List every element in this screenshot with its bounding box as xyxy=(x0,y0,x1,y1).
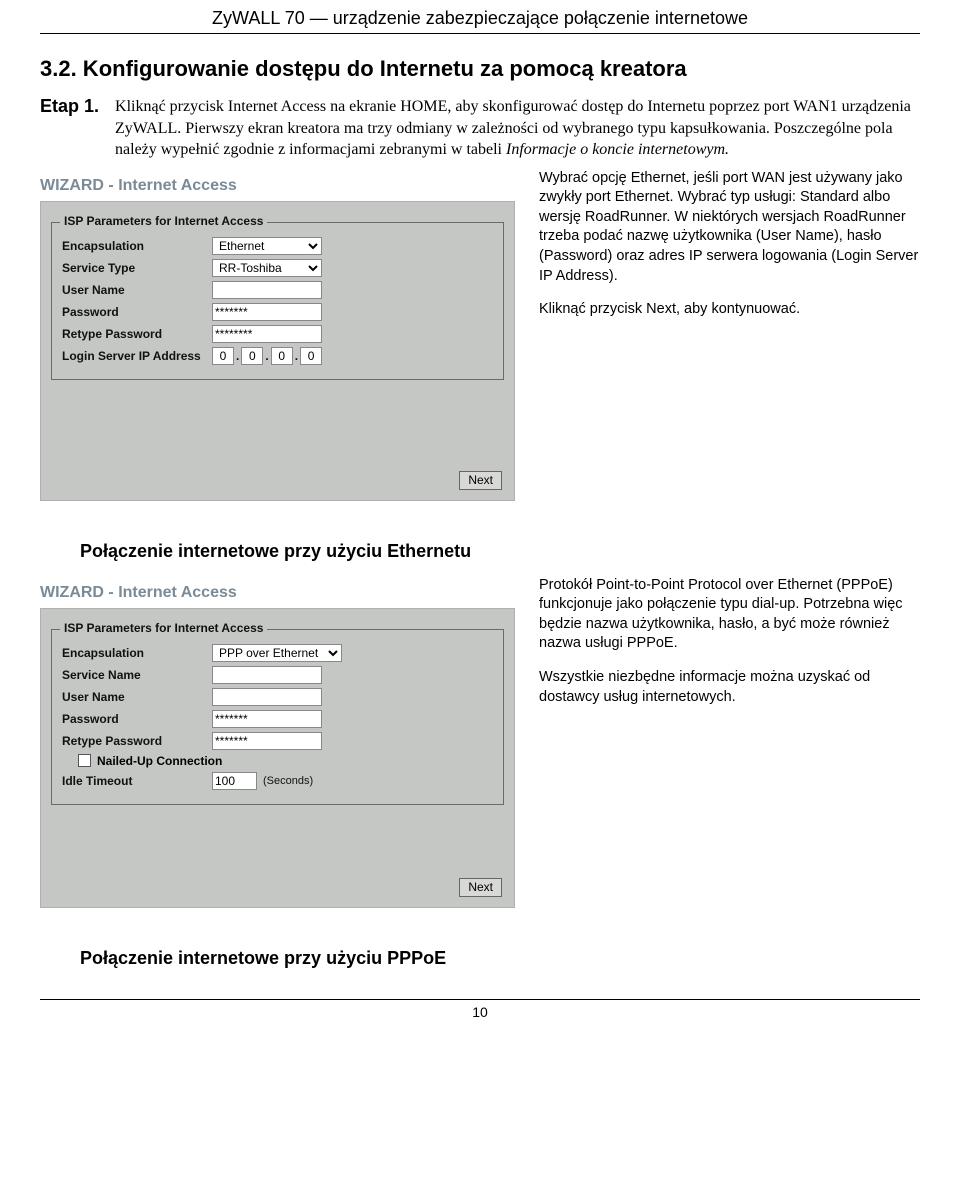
section-heading: 3.2. Konfigurowanie dostępu do Internetu… xyxy=(40,56,920,82)
description-pppoe: Protokół Point-to-Point Protocol over Et… xyxy=(539,576,920,908)
label-service-type: Service Type xyxy=(62,261,212,275)
next-button[interactable]: Next xyxy=(459,471,502,490)
fieldset-legend: ISP Parameters for Internet Access xyxy=(60,621,267,635)
password-input[interactable] xyxy=(212,710,322,728)
label-idle-timeout: Idle Timeout xyxy=(62,774,212,788)
encapsulation-select[interactable]: PPP over Ethernet xyxy=(212,644,342,662)
desc-paragraph-2: Wszystkie niezbędne informacje można uzy… xyxy=(539,668,920,707)
desc-paragraph-1: Protokół Point-to-Point Protocol over Et… xyxy=(539,576,920,654)
ip-seg-3[interactable] xyxy=(271,347,293,365)
ip-dot: . xyxy=(265,349,268,363)
user-name-input[interactable] xyxy=(212,688,322,706)
password-input[interactable] xyxy=(212,303,322,321)
desc-paragraph-2: Kliknąć przycisk Next, aby kontynuować. xyxy=(539,300,920,320)
user-name-input[interactable] xyxy=(212,281,322,299)
label-login-ip: Login Server IP Address xyxy=(62,349,212,363)
sub-heading-pppoe: Połączenie internetowe przy użyciu PPPoE xyxy=(80,948,920,969)
desc-paragraph-1: Wybrać opcję Ethernet, jeśli port WAN je… xyxy=(539,169,920,286)
page-number: 10 xyxy=(40,1004,920,1020)
ip-seg-1[interactable] xyxy=(212,347,234,365)
label-password: Password xyxy=(62,712,212,726)
idle-unit: (Seconds) xyxy=(263,775,313,787)
encapsulation-select[interactable]: Ethernet xyxy=(212,237,322,255)
ip-dot: . xyxy=(236,349,239,363)
footer-rule xyxy=(40,999,920,1000)
label-user-name: User Name xyxy=(62,283,212,297)
wizard-title: WIZARD - Internet Access xyxy=(40,177,515,195)
label-encapsulation: Encapsulation xyxy=(62,239,212,253)
page-header-title: ZyWALL 70 — urządzenie zabezpieczające p… xyxy=(40,0,920,33)
idle-timeout-input[interactable] xyxy=(212,772,257,790)
ip-seg-2[interactable] xyxy=(241,347,263,365)
header-rule xyxy=(40,33,920,34)
next-button[interactable]: Next xyxy=(459,878,502,897)
service-type-select[interactable]: RR-Toshiba xyxy=(212,259,322,277)
service-name-input[interactable] xyxy=(212,666,322,684)
wizard-panel-pppoe: WIZARD - Internet Access ISP Parameters … xyxy=(40,576,515,908)
sub-heading-ethernet: Połączenie internetowe przy użyciu Ether… xyxy=(80,541,920,562)
nailed-up-checkbox[interactable] xyxy=(78,754,91,767)
intro-block: Etap 1. Kliknąć przycisk Internet Access… xyxy=(40,96,920,161)
label-password: Password xyxy=(62,305,212,319)
ip-dot: . xyxy=(295,349,298,363)
fieldset-legend: ISP Parameters for Internet Access xyxy=(60,214,267,228)
label-user-name: User Name xyxy=(62,690,212,704)
label-nailed-up: Nailed-Up Connection xyxy=(97,754,222,768)
wizard-title: WIZARD - Internet Access xyxy=(40,584,515,602)
label-retype-password: Retype Password xyxy=(62,327,212,341)
intro-text: Kliknąć przycisk Internet Access na ekra… xyxy=(115,96,920,161)
retype-password-input[interactable] xyxy=(212,325,322,343)
step-label: Etap 1. xyxy=(40,96,99,161)
ip-seg-4[interactable] xyxy=(300,347,322,365)
login-ip-group: . . . xyxy=(212,347,322,365)
retype-password-input[interactable] xyxy=(212,732,322,750)
label-retype-password: Retype Password xyxy=(62,734,212,748)
intro-text-italic: Informacje o koncie internetowym. xyxy=(506,141,729,158)
label-service-name: Service Name xyxy=(62,668,212,682)
label-encapsulation: Encapsulation xyxy=(62,646,212,660)
description-ethernet: Wybrać opcję Ethernet, jeśli port WAN je… xyxy=(539,169,920,501)
wizard-panel-ethernet: WIZARD - Internet Access ISP Parameters … xyxy=(40,169,515,501)
